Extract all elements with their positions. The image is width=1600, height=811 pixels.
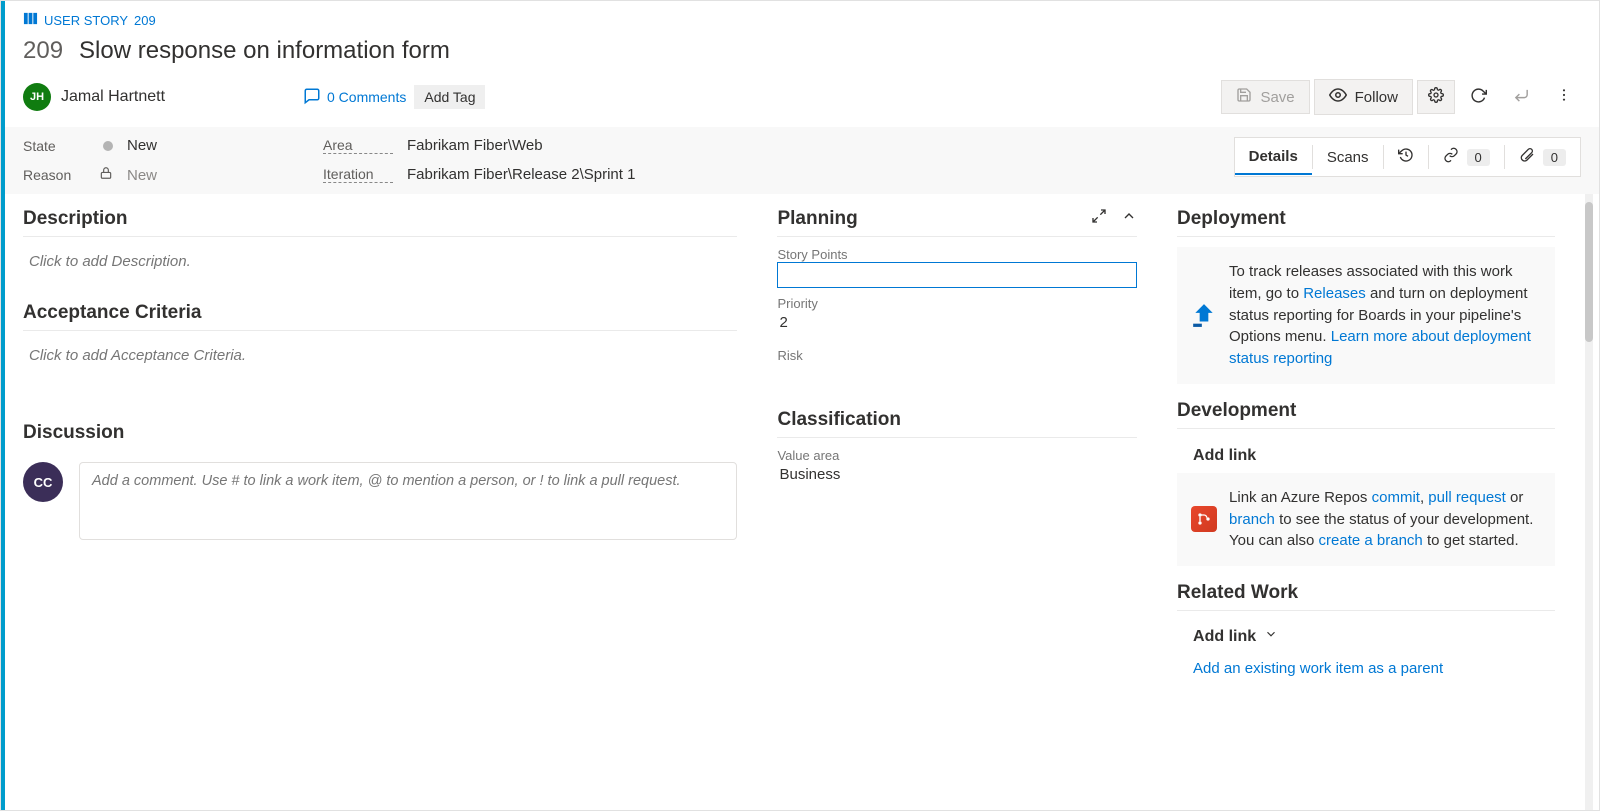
- iteration-value[interactable]: Fabrikam Fiber\Release 2\Sprint 1: [407, 166, 635, 183]
- state-dot-icon: [103, 141, 113, 151]
- chevron-down-icon: [1264, 627, 1278, 646]
- tab-history[interactable]: [1384, 139, 1428, 175]
- work-item-id: 209: [23, 37, 63, 65]
- save-button: Save: [1221, 80, 1309, 114]
- sep: or: [1506, 489, 1524, 506]
- development-addlink[interactable]: Add link: [1177, 439, 1555, 473]
- save-label: Save: [1260, 89, 1294, 106]
- breadcrumb[interactable]: USER STORY 209: [23, 11, 1599, 29]
- releases-link[interactable]: Releases: [1303, 285, 1366, 302]
- tab-scans[interactable]: Scans: [1313, 141, 1383, 174]
- refresh-button[interactable]: [1459, 80, 1498, 115]
- commit-link[interactable]: commit: [1372, 489, 1420, 506]
- follow-label: Follow: [1355, 89, 1398, 106]
- links-count: 0: [1467, 149, 1490, 166]
- comments-count: 0 Comments: [327, 89, 406, 105]
- scrollbar-thumb[interactable]: [1585, 202, 1593, 342]
- assignee-name: Jamal Hartnett: [61, 88, 165, 106]
- iteration-label: Iteration: [323, 166, 393, 183]
- pr-link[interactable]: pull request: [1428, 489, 1506, 506]
- state-label: State: [23, 138, 85, 154]
- history-icon: [1398, 147, 1414, 167]
- avatar: JH: [23, 83, 51, 111]
- dev-text-c: to get started.: [1427, 532, 1519, 549]
- value-area-label: Value area: [777, 448, 1137, 463]
- more-vertical-icon: [1556, 87, 1572, 107]
- undo-button[interactable]: [1502, 80, 1541, 115]
- planning-heading: Planning: [777, 208, 857, 230]
- reason-label: Reason: [23, 167, 85, 183]
- tab-links[interactable]: 0: [1429, 139, 1504, 175]
- comment-icon: [303, 87, 321, 108]
- deployment-heading: Deployment: [1177, 208, 1555, 230]
- value-area-value[interactable]: Business: [777, 463, 1137, 486]
- tab-details[interactable]: Details: [1235, 140, 1312, 175]
- create-branch-link[interactable]: create a branch: [1319, 532, 1423, 549]
- development-card: Link an Azure Repos commit, pull request…: [1177, 473, 1555, 566]
- scrollbar[interactable]: [1585, 194, 1593, 810]
- discussion-avatar: CC: [23, 462, 63, 502]
- attachments-count: 0: [1543, 149, 1566, 166]
- deploy-icon: [1191, 302, 1217, 328]
- eye-icon: [1329, 86, 1347, 108]
- related-addlink-label: Add link: [1193, 628, 1256, 646]
- tab-attachments[interactable]: 0: [1505, 139, 1580, 175]
- settings-button[interactable]: [1417, 80, 1455, 114]
- comments-link[interactable]: 0 Comments: [303, 87, 406, 108]
- gear-icon: [1428, 87, 1444, 107]
- related-addlink[interactable]: Add link: [1177, 621, 1555, 652]
- state-value[interactable]: New: [127, 137, 157, 154]
- refresh-icon: [1470, 87, 1487, 108]
- add-tag-button[interactable]: Add Tag: [414, 85, 485, 109]
- development-heading: Development: [1177, 400, 1555, 422]
- area-value[interactable]: Fabrikam Fiber\Web: [407, 137, 543, 154]
- user-story-icon: [23, 11, 38, 29]
- related-heading: Related Work: [1177, 582, 1555, 604]
- lock-icon: [99, 166, 113, 184]
- priority-label: Priority: [777, 296, 1137, 311]
- area-label: Area: [323, 137, 393, 154]
- classification-heading: Classification: [777, 409, 1137, 431]
- collapse-icon[interactable]: [1121, 208, 1137, 230]
- priority-value[interactable]: 2: [777, 311, 1137, 334]
- discussion-heading: Discussion: [23, 422, 737, 444]
- description-field[interactable]: Click to add Description.: [23, 247, 737, 276]
- git-icon: [1191, 506, 1217, 532]
- link-icon: [1443, 147, 1459, 167]
- acceptance-heading: Acceptance Criteria: [23, 302, 737, 324]
- branch-link[interactable]: branch: [1229, 511, 1275, 528]
- risk-label: Risk: [777, 348, 1137, 363]
- deployment-card: To track releases associated with this w…: [1177, 247, 1555, 384]
- expand-icon[interactable]: [1091, 208, 1107, 230]
- story-points-label: Story Points: [777, 247, 1137, 262]
- tab-strip: Details Scans 0 0: [1234, 137, 1581, 177]
- assignee-field[interactable]: JH Jamal Hartnett: [23, 83, 283, 111]
- undo-icon: [1513, 87, 1530, 108]
- description-heading: Description: [23, 208, 737, 230]
- discussion-input[interactable]: Add a comment. Use # to link a work item…: [79, 462, 737, 540]
- dev-text-a: Link an Azure Repos: [1229, 489, 1372, 506]
- follow-button[interactable]: Follow: [1314, 79, 1413, 115]
- breadcrumb-type: USER STORY: [44, 13, 128, 28]
- acceptance-field[interactable]: Click to add Acceptance Criteria.: [23, 341, 737, 370]
- attachment-icon: [1519, 147, 1535, 167]
- more-actions-button[interactable]: [1545, 80, 1583, 114]
- reason-value[interactable]: New: [127, 167, 157, 184]
- breadcrumb-id: 209: [134, 13, 156, 28]
- work-item-title[interactable]: Slow response on information form: [79, 37, 450, 65]
- save-icon: [1236, 87, 1252, 107]
- story-points-input[interactable]: [777, 262, 1137, 288]
- add-parent-link[interactable]: Add an existing work item as a parent: [1177, 652, 1555, 685]
